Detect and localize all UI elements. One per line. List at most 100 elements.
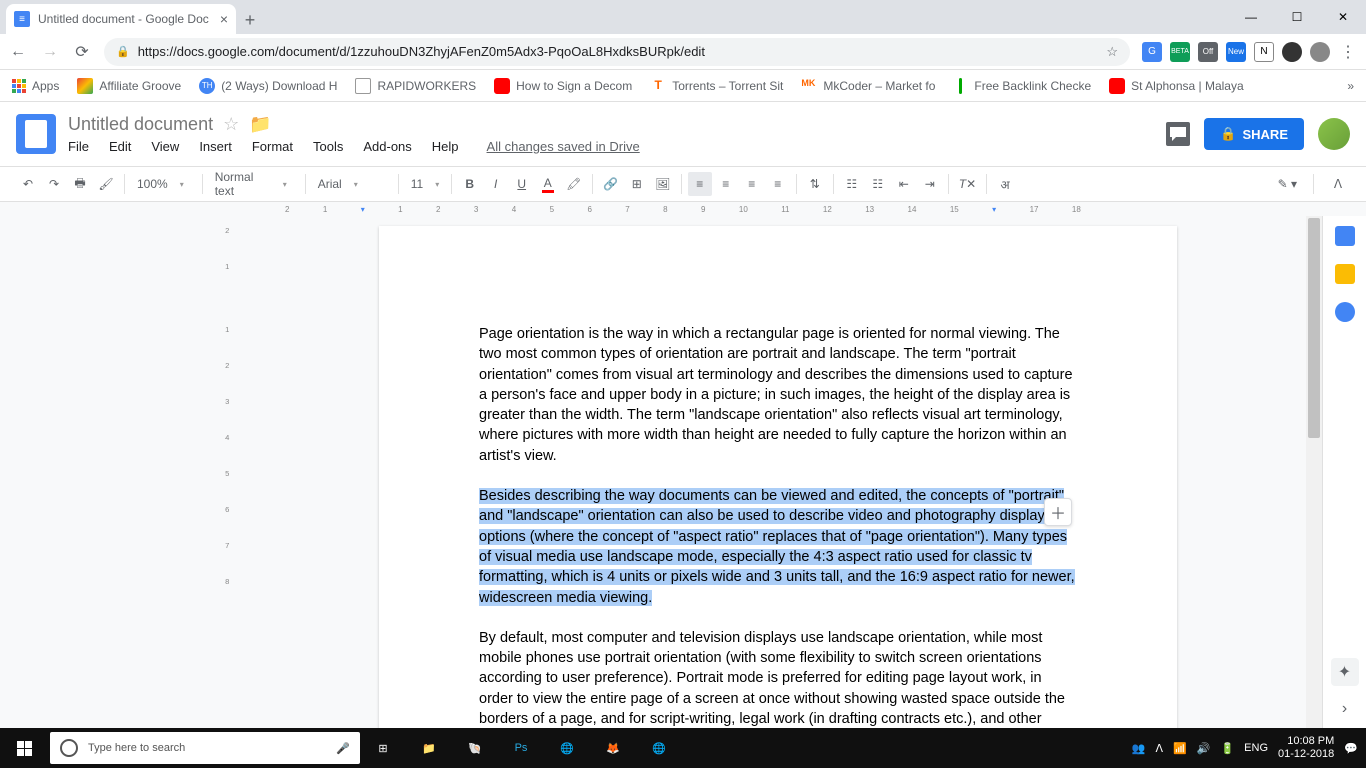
close-tab-icon[interactable]: ×: [220, 11, 228, 27]
increase-indent-button[interactable]: ⇥: [918, 172, 942, 196]
collapse-toolbar-button[interactable]: ᐱ: [1326, 172, 1350, 196]
zoom-select[interactable]: 100%: [131, 172, 196, 196]
taskbar-search[interactable]: Type here to search 🎤: [50, 732, 360, 764]
paragraph-1[interactable]: Page orientation is the way in which a r…: [479, 324, 1077, 466]
battery-icon[interactable]: 🔋: [1220, 742, 1234, 755]
paragraph-2[interactable]: Besides describing the way documents can…: [479, 486, 1077, 608]
comments-icon[interactable]: [1166, 122, 1190, 146]
menu-help[interactable]: Help: [432, 139, 459, 154]
bookmark-4[interactable]: How to Sign a Decom: [494, 78, 632, 94]
undo-button[interactable]: ↶: [16, 172, 40, 196]
ext-icon-beta[interactable]: BETA: [1170, 42, 1190, 62]
keep-icon[interactable]: [1335, 264, 1355, 284]
style-select[interactable]: Normal text: [209, 172, 299, 196]
docs-logo-icon[interactable]: [16, 114, 56, 154]
explorer-icon[interactable]: 📁: [406, 728, 452, 768]
move-folder-icon[interactable]: 📁: [249, 114, 271, 135]
highlight-button[interactable]: 🖍: [562, 172, 586, 196]
link-button[interactable]: 🔗: [599, 172, 623, 196]
browser-tab[interactable]: ≡ Untitled document - Google Doc ×: [6, 4, 236, 34]
maximize-button[interactable]: ☐: [1274, 0, 1320, 34]
redo-button[interactable]: ↷: [42, 172, 66, 196]
italic-button[interactable]: I: [484, 172, 508, 196]
font-select[interactable]: Arial: [312, 172, 392, 196]
photoshop-icon[interactable]: Ps: [498, 728, 544, 768]
menu-view[interactable]: View: [151, 139, 179, 154]
network-icon[interactable]: 📶: [1173, 742, 1187, 755]
ext-icon-n[interactable]: N: [1254, 42, 1274, 62]
reload-button[interactable]: ⟳: [72, 42, 92, 62]
chrome-icon[interactable]: 🌐: [544, 728, 590, 768]
menu-format[interactable]: Format: [252, 139, 293, 154]
tasks-icon[interactable]: [1335, 302, 1355, 322]
close-window-button[interactable]: ✕: [1320, 0, 1366, 34]
numbered-list-button[interactable]: ☷: [840, 172, 864, 196]
bookmark-7[interactable]: Free Backlink Checke: [953, 78, 1091, 94]
font-size-select[interactable]: 11: [405, 172, 445, 196]
bookmark-5[interactable]: TTorrents – Torrent Sit: [650, 78, 783, 94]
user-avatar[interactable]: [1318, 118, 1350, 150]
paint-format-button[interactable]: 🖌: [94, 172, 118, 196]
menu-edit[interactable]: Edit: [109, 139, 131, 154]
paragraph-3[interactable]: By default, most computer and television…: [479, 628, 1077, 728]
print-button[interactable]: 🖶: [68, 172, 92, 196]
align-center-button[interactable]: ≡: [714, 172, 738, 196]
menu-tools[interactable]: Tools: [313, 139, 343, 154]
back-button[interactable]: ←: [8, 42, 28, 62]
underline-button[interactable]: U: [510, 172, 534, 196]
chrome-menu-icon[interactable]: ⋮: [1338, 42, 1358, 62]
star-icon[interactable]: ☆: [223, 114, 239, 135]
document-title[interactable]: Untitled document: [68, 114, 213, 135]
task-view-icon[interactable]: ⊞: [360, 728, 406, 768]
chrome-profile-avatar[interactable]: [1310, 42, 1330, 62]
bookmark-8[interactable]: St Alphonsa | Malaya: [1109, 78, 1244, 94]
selected-text[interactable]: Besides describing the way documents can…: [479, 488, 1075, 605]
scrollbar-thumb[interactable]: [1308, 218, 1320, 438]
forward-button[interactable]: →: [40, 42, 60, 62]
vertical-scrollbar[interactable]: [1306, 216, 1322, 728]
text-color-button[interactable]: A: [536, 172, 560, 196]
document-page[interactable]: Page orientation is the way in which a r…: [379, 226, 1177, 728]
bookmark-2[interactable]: TH(2 Ways) Download H: [199, 78, 337, 94]
add-comment-button[interactable]: ＋: [1044, 498, 1072, 526]
notifications-icon[interactable]: 💬: [1344, 742, 1358, 755]
bulleted-list-button[interactable]: ☷: [866, 172, 890, 196]
minimize-button[interactable]: —: [1228, 0, 1274, 34]
ext-icon-circle[interactable]: [1282, 42, 1302, 62]
clock[interactable]: 10:08 PM 01-12-2018: [1278, 735, 1334, 761]
chrome-canary-icon[interactable]: 🌐: [636, 728, 682, 768]
share-button[interactable]: 🔒SHARE: [1204, 118, 1304, 150]
clear-format-button[interactable]: T✕: [955, 172, 980, 196]
new-tab-button[interactable]: +: [236, 6, 264, 34]
vertical-ruler[interactable]: 2112345678: [220, 216, 234, 728]
people-icon[interactable]: 👥: [1132, 742, 1146, 755]
bookmark-6[interactable]: MKMkCoder – Market fo: [801, 78, 935, 94]
align-right-button[interactable]: ≡: [740, 172, 764, 196]
editing-mode-button[interactable]: ✎ ▾: [1274, 172, 1301, 196]
menu-file[interactable]: File: [68, 139, 89, 154]
menu-addons[interactable]: Add-ons: [363, 139, 411, 154]
bookmarks-overflow-icon[interactable]: »: [1347, 79, 1354, 93]
bookmark-1[interactable]: Affiliate Groove: [77, 78, 181, 94]
ext-icon-off[interactable]: Off: [1198, 42, 1218, 62]
decrease-indent-button[interactable]: ⇤: [892, 172, 916, 196]
bookmark-3[interactable]: RAPIDWORKERS: [355, 78, 476, 94]
start-button[interactable]: [0, 728, 48, 768]
calendar-icon[interactable]: [1335, 226, 1355, 246]
explore-button[interactable]: ✦: [1331, 658, 1359, 686]
omnibox[interactable]: 🔒 https://docs.google.com/document/d/1zz…: [104, 38, 1130, 66]
align-left-button[interactable]: ≡: [688, 172, 712, 196]
menu-insert[interactable]: Insert: [199, 139, 232, 154]
mic-icon[interactable]: 🎤: [336, 742, 350, 755]
apps-icon[interactable]: Apps: [12, 79, 59, 93]
firefox-icon[interactable]: 🦊: [590, 728, 636, 768]
ext-icon-new[interactable]: New: [1226, 42, 1246, 62]
app-icon-1[interactable]: 🐚: [452, 728, 498, 768]
volume-icon[interactable]: 🔊: [1197, 742, 1211, 755]
line-spacing-button[interactable]: ⇅: [803, 172, 827, 196]
bold-button[interactable]: B: [458, 172, 482, 196]
tray-chevron-icon[interactable]: ᐱ: [1156, 742, 1164, 755]
language-indicator[interactable]: ENG: [1244, 742, 1268, 754]
image-button[interactable]: 🖼: [651, 172, 675, 196]
star-bookmark-icon[interactable]: ☆: [1106, 44, 1118, 60]
